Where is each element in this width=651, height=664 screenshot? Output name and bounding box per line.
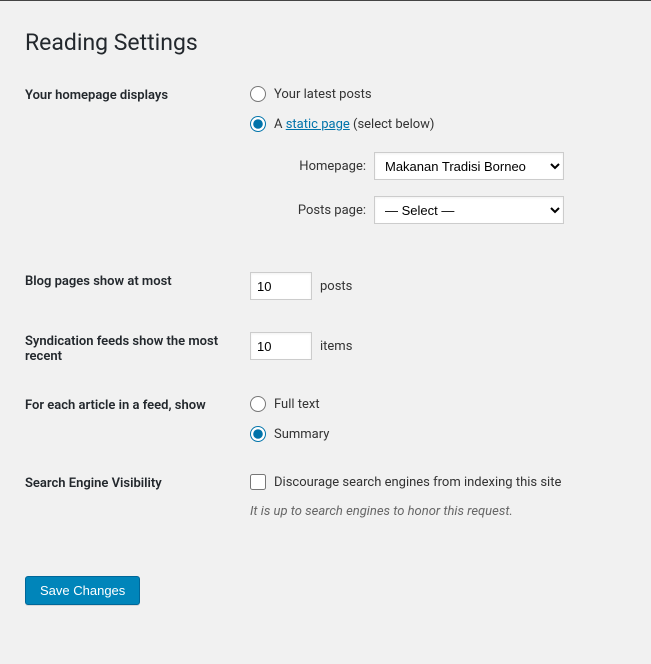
checkbox-discourage[interactable]: Discourage search engines from indexing … [250,474,626,490]
radio-latest-posts-input[interactable] [250,86,266,102]
blog-pages-input[interactable] [250,272,312,300]
save-button[interactable]: Save Changes [25,576,140,605]
field-search-engine: Discourage search engines from indexing … [250,474,626,519]
radio-latest-posts[interactable]: Your latest posts [250,86,626,102]
checkbox-discourage-label: Discourage search engines from indexing … [274,475,561,490]
static-page-link[interactable]: static page [286,117,350,132]
row-feed-article: For each article in a feed, show Full te… [25,396,626,442]
homepage-select[interactable]: Makanan Tradisi Borneo [374,152,564,180]
postspage-select-label: Posts page: [274,203,366,218]
label-blog-pages: Blog pages show at most [25,272,250,289]
postspage-select[interactable]: — Select — [374,196,564,224]
field-syndication: items [250,332,626,360]
row-search-engine: Search Engine Visibility Discourage sear… [25,474,626,519]
field-blog-pages: posts [250,272,626,300]
subrow-postspage-select: Posts page: — Select — [274,196,626,224]
static-suffix: (select below) [350,117,435,132]
page-title: Reading Settings [25,29,626,56]
static-prefix: A [274,117,286,132]
syndication-input[interactable] [250,332,312,360]
radio-summary-input[interactable] [250,426,266,442]
radio-static-page[interactable]: A static page (select below) [250,116,626,132]
row-syndication: Syndication feeds show the most recent i… [25,332,626,364]
radio-full-text-input[interactable] [250,396,266,412]
homepage-select-label: Homepage: [274,159,366,174]
search-engine-description: It is up to search engines to honor this… [250,504,626,519]
field-homepage-displays: Your latest posts A static page (select … [250,86,626,240]
radio-summary[interactable]: Summary [250,426,626,442]
label-search-engine: Search Engine Visibility [25,474,250,491]
syndication-unit: items [320,339,352,354]
radio-static-page-input[interactable] [250,116,266,132]
label-homepage-displays: Your homepage displays [25,86,250,103]
radio-latest-posts-label: Your latest posts [274,87,372,102]
label-feed-article: For each article in a feed, show [25,396,250,413]
subrow-homepage-select: Homepage: Makanan Tradisi Borneo [274,152,626,180]
checkbox-discourage-input[interactable] [250,474,266,490]
radio-full-text[interactable]: Full text [250,396,626,412]
radio-full-text-label: Full text [274,397,320,412]
static-page-subrows: Homepage: Makanan Tradisi Borneo Posts p… [274,152,626,224]
blog-pages-unit: posts [320,279,352,294]
radio-summary-label: Summary [274,427,329,442]
row-homepage-displays: Your homepage displays Your latest posts… [25,86,626,240]
field-feed-article: Full text Summary [250,396,626,442]
settings-wrap: Reading Settings Your homepage displays … [0,0,651,635]
label-syndication: Syndication feeds show the most recent [25,332,250,364]
radio-static-page-label: A static page (select below) [274,117,434,132]
row-blog-pages: Blog pages show at most posts [25,272,626,300]
